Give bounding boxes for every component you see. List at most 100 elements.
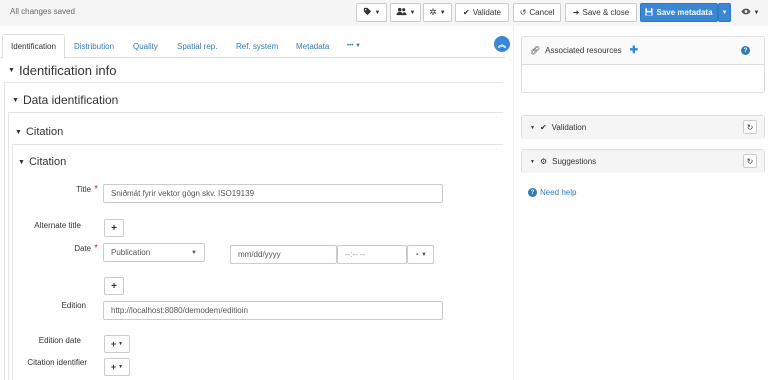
caret-down-icon: ▼	[118, 364, 124, 370]
section-title: Data identification	[22, 93, 119, 107]
tab-spatial-rep[interactable]: Spatial rep.	[177, 34, 217, 58]
suggestions-title: Suggestions	[552, 157, 597, 166]
date-type-select[interactable]: Publication ▼	[103, 243, 205, 262]
caret-down-icon: ▼	[753, 9, 760, 16]
tab-more[interactable]: ••• ▼	[347, 34, 361, 58]
save-options-dropdown[interactable]: ▼	[718, 3, 731, 22]
column-divider	[513, 26, 514, 380]
edition-input[interactable]: http://localhost:8080/demodem/editioin	[103, 301, 443, 320]
section-title: Citation	[25, 126, 64, 138]
sign-out-icon: ➜	[572, 8, 580, 17]
title-input[interactable]: Sniðmát fyrir vektor gögn skv. ISO19139	[103, 184, 443, 203]
caret-down-icon: ▼	[439, 9, 446, 16]
date-label-wrap: Date *	[20, 243, 98, 254]
caret-down-icon: ▼	[530, 124, 535, 131]
check-icon: ✔	[539, 123, 547, 132]
caret-down-icon: ▼	[15, 128, 22, 136]
date-type-value: Publication	[111, 248, 151, 257]
plus-icon: +	[111, 280, 117, 292]
time-input[interactable]: --:-- --	[337, 245, 407, 264]
caret-down-icon: ▼	[409, 9, 416, 16]
cancel-button[interactable]: ↺ Cancel	[513, 3, 561, 22]
required-asterisk: *	[94, 243, 98, 254]
suggestions-header[interactable]: ▼ ⚙ Suggestions ↻	[522, 150, 764, 173]
associated-resources-title: Associated resources	[545, 46, 622, 55]
save-close-button[interactable]: ➜ Save & close	[565, 3, 637, 22]
save-status-text: All changes saved	[10, 7, 75, 16]
section-title: Citation	[28, 156, 67, 168]
caret-down-icon: ▼	[354, 43, 361, 49]
top-toolbar: All changes saved ▼ ▼ ✲ ▼ ✔ Validate ↺ Canc…	[0, 0, 768, 26]
cogs-icon: ⚙	[539, 157, 548, 166]
tab-quality[interactable]: Quality	[133, 34, 158, 58]
caret-down-icon: ▼	[530, 158, 535, 165]
validate-button[interactable]: ✔ Validate	[455, 3, 509, 22]
date-placeholder: mm/dd/yyyy	[238, 250, 281, 259]
title-label: Title	[76, 185, 92, 194]
add-citation-identifier-button[interactable]: + ▼	[104, 358, 130, 376]
tags-dropdown-button[interactable]: ▼	[356, 3, 387, 22]
eye-icon	[740, 8, 751, 17]
add-edition-date-button[interactable]: + ▼	[104, 335, 130, 353]
tab-identification[interactable]: Identification	[2, 34, 65, 59]
editor-tabs: Identification Distribution Quality Spat…	[0, 34, 505, 59]
need-help-link[interactable]: ? Need help	[528, 188, 576, 197]
validation-header[interactable]: ▼ ✔ Validation ↻	[522, 116, 764, 139]
edition-date-label: Edition date	[38, 336, 81, 345]
check-icon: ✔	[462, 8, 470, 17]
plus-icon: +	[110, 339, 117, 349]
help-icon[interactable]: ?	[741, 46, 750, 55]
suggestions-panel: ▼ ⚙ Suggestions ↻	[521, 149, 765, 173]
date-input[interactable]: mm/dd/yyyy	[230, 245, 337, 264]
add-resource-icon[interactable]: ✚	[630, 45, 638, 56]
collapse-all-button[interactable]: ︽	[494, 36, 510, 52]
validation-panel: ▼ ✔ Validation ↻	[521, 115, 765, 139]
section-data-identification[interactable]: ▼ Data identification	[12, 93, 118, 107]
caret-down-icon: ▼	[118, 341, 124, 347]
tab-ref-system[interactable]: Ref. system	[236, 34, 278, 58]
required-asterisk: *	[94, 184, 98, 195]
double-chevron-up-icon: ︽	[498, 39, 506, 49]
tab-distribution[interactable]: Distribution	[74, 34, 114, 58]
cancel-label: Cancel	[529, 8, 555, 17]
add-alternate-title-button[interactable]: +	[104, 219, 124, 237]
save-metadata-button[interactable]: Save metadata	[640, 3, 718, 22]
gear-icon: ✲	[429, 7, 437, 17]
section-title: Identification info	[18, 63, 117, 78]
citation-identifier-label: Citation identifier	[27, 358, 87, 367]
associated-resources-panel: 🔗︎ Associated resources ✚ ?	[521, 36, 765, 93]
caret-down-icon: ▼	[420, 251, 427, 258]
caret-down-icon: ▼	[12, 96, 19, 104]
date-label: Date	[74, 244, 92, 253]
refresh-validation-button[interactable]: ↻	[743, 120, 757, 134]
add-date-button[interactable]: +	[104, 277, 124, 295]
title-label-wrap: Title *	[20, 184, 98, 195]
edition-label: Edition	[61, 301, 86, 310]
users-icon	[396, 7, 407, 18]
clock-icon: ◔	[414, 250, 419, 259]
need-help-label: Need help	[540, 188, 577, 197]
refresh-suggestions-button[interactable]: ↻	[743, 154, 757, 168]
view-dropdown-button[interactable]: ▼	[736, 3, 764, 22]
question-icon: ?	[528, 188, 537, 197]
validation-title: Validation	[551, 123, 587, 132]
validate-label: Validate	[472, 8, 502, 17]
caret-down-icon: ▼	[18, 158, 25, 166]
caret-down-icon: ▼	[721, 9, 728, 16]
settings-dropdown-button[interactable]: ✲ ▼	[423, 3, 452, 22]
section-citation-inner[interactable]: ▼ Citation	[18, 156, 66, 168]
alternate-title-label: Alternate title	[34, 221, 81, 230]
plus-icon: +	[111, 222, 117, 234]
more-label: •••	[347, 43, 354, 49]
caret-down-icon: ▼	[191, 249, 197, 256]
associated-resources-header: 🔗︎ Associated resources ✚ ?	[522, 37, 764, 65]
undo-icon: ↺	[519, 8, 527, 17]
users-dropdown-button[interactable]: ▼	[390, 3, 421, 22]
section-citation-outer[interactable]: ▼ Citation	[15, 126, 63, 138]
time-placeholder: --:-- --	[345, 250, 366, 259]
date-options-dropdown[interactable]: ◔ ▼	[407, 245, 434, 264]
section-identification-info[interactable]: ▼ Identification info	[8, 63, 117, 78]
caret-down-icon: ▼	[374, 9, 381, 16]
plus-icon: +	[110, 362, 117, 372]
tab-metadata[interactable]: Metadata	[296, 34, 329, 58]
